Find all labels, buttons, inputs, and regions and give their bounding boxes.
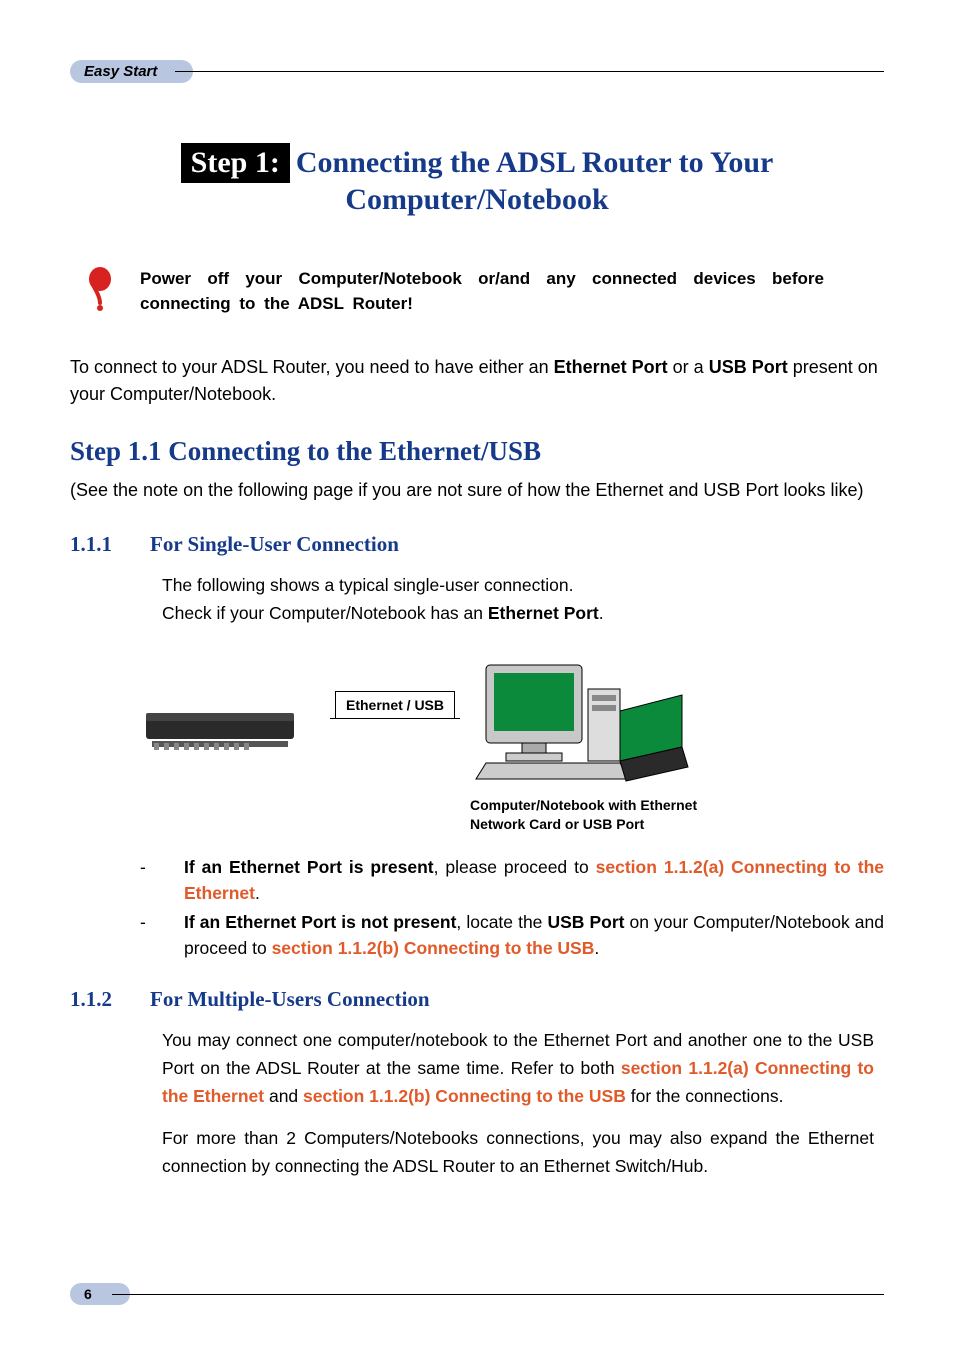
footer: 6	[70, 1283, 884, 1305]
section-1-1-title: Step 1.1 Connecting to the Ethernet/USB	[70, 436, 884, 467]
multi-user-p2: For more than 2 Computers/Notebooks conn…	[162, 1124, 874, 1180]
diagram-caption: Computer/Notebook with Ethernet Network …	[470, 796, 730, 834]
section-1-1-note: (See the note on the following page if y…	[70, 477, 884, 504]
multi-p1b: and	[264, 1086, 303, 1106]
usb-port-bold: USB Port	[709, 357, 788, 377]
bullet-2-end: .	[594, 938, 599, 958]
single-user-p2b: Ethernet Port	[488, 603, 599, 623]
multi-user-p1: You may connect one computer/notebook to…	[162, 1026, 874, 1110]
bullet-2-bold: If an Ethernet Port is not present	[184, 912, 456, 932]
step-title-line1: Connecting the ADSL Router to Your	[296, 146, 774, 179]
bullet-1: -If an Ethernet Port is present, please …	[162, 854, 884, 907]
step-title-line2: Computer/Notebook	[70, 183, 884, 217]
document-page: Easy Start Step 1:Connecting the ADSL Ro…	[0, 0, 954, 1355]
intro-mid: or a	[668, 357, 709, 377]
bullet-1-mid: , please proceed to	[434, 857, 596, 877]
header: Easy Start	[70, 60, 884, 83]
single-user-p2a: Check if your Computer/Notebook has an	[162, 603, 488, 623]
subsection-1-1-2-num: 1.1.2	[70, 987, 150, 1012]
subsection-1-1-1-num: 1.1.1	[70, 532, 150, 557]
exclamation-icon	[70, 267, 130, 316]
step-title: Step 1:Connecting the ADSL Router to You…	[70, 143, 884, 217]
subsection-1-1-2-label: For Multiple-Users Connection	[150, 987, 430, 1011]
multi-p1c: for the connections.	[626, 1086, 784, 1106]
subsection-1-1-1-body: The following shows a typical single-use…	[162, 571, 874, 627]
single-user-p2: Check if your Computer/Notebook has an E…	[162, 599, 874, 627]
single-user-p1: The following shows a typical single-use…	[162, 571, 874, 599]
warning-text: Power off your Computer/Notebook or/and …	[140, 267, 884, 316]
bullet-2-b: , locate the	[456, 912, 547, 932]
intro-paragraph: To connect to your ADSL Router, you need…	[70, 354, 884, 408]
subsection-1-1-1-title: 1.1.1For Single-User Connection	[70, 532, 884, 557]
header-rule	[175, 71, 884, 72]
intro-text: To connect to your ADSL Router, you need…	[70, 357, 554, 377]
router-icon	[110, 655, 330, 770]
bullet-2: -If an Ethernet Port is not present, loc…	[162, 909, 884, 962]
single-user-p2c: .	[599, 603, 604, 623]
computer-icon: Computer/Notebook with Ethernet Network …	[470, 655, 730, 834]
bullet-1-end: .	[255, 883, 260, 903]
footer-rule	[112, 1294, 884, 1295]
cable-label: Ethernet / USB	[335, 691, 455, 719]
subsection-1-1-2-body: You may connect one computer/notebook to…	[162, 1026, 874, 1180]
ethernet-port-bold: Ethernet Port	[554, 357, 668, 377]
bullet-list: -If an Ethernet Port is present, please …	[162, 854, 884, 961]
bullet-1-bold: If an Ethernet Port is present	[184, 857, 434, 877]
subsection-1-1-1-label: For Single-User Connection	[150, 532, 399, 556]
link-usb[interactable]: section 1.1.2(b) Connecting to the USB	[272, 938, 595, 958]
link-usb-2[interactable]: section 1.1.2(b) Connecting to the USB	[303, 1086, 626, 1106]
diagram: Ethernet / USB Computer/Notebook with	[110, 655, 884, 834]
subsection-1-1-2-title: 1.1.2For Multiple-Users Connection	[70, 987, 884, 1012]
warning-block: Power off your Computer/Notebook or/and …	[70, 267, 884, 316]
bullet-2-usb: USB Port	[547, 912, 624, 932]
step-number-badge: Step 1:	[181, 143, 290, 183]
